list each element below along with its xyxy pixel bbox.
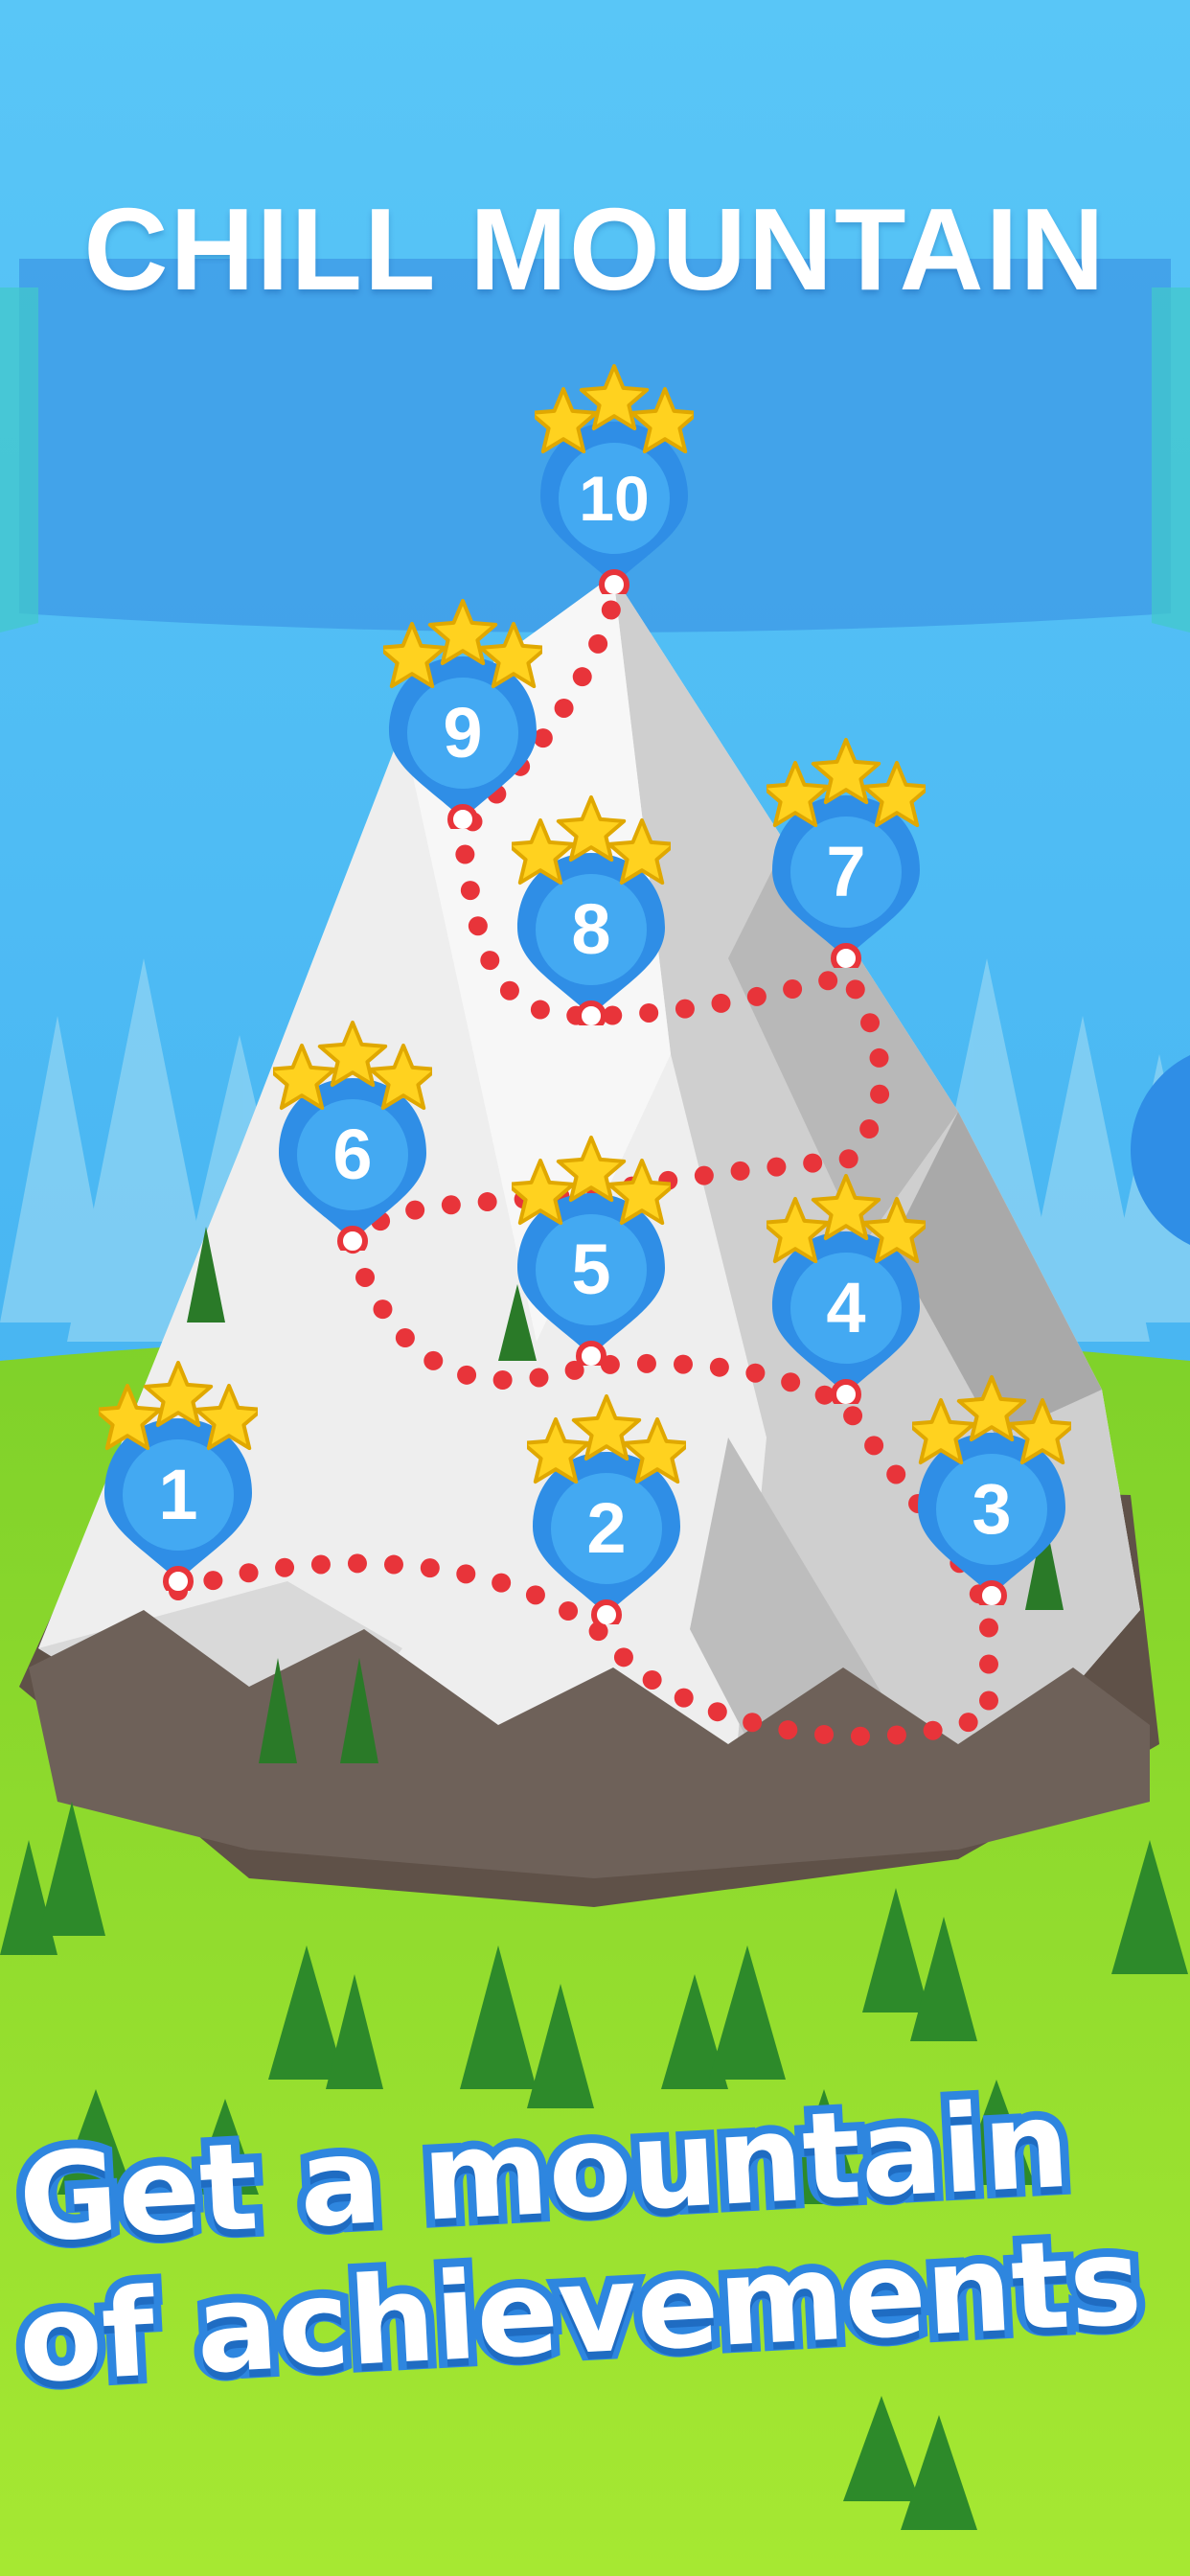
level-pin-5[interactable]: 5 [512, 1126, 671, 1366]
level-pin-4[interactable]: 4 [767, 1164, 926, 1404]
level-number: 8 [571, 889, 611, 969]
level-number: 10 [579, 463, 650, 534]
level-number: 2 [586, 1488, 627, 1568]
level-pin-2[interactable]: 2 [527, 1385, 686, 1624]
level-number: 6 [332, 1115, 373, 1194]
level-number: 1 [158, 1455, 198, 1534]
game-title: CHILL MOUNTAIN [83, 184, 1107, 314]
level-number: 7 [826, 832, 866, 911]
level-pin-6[interactable]: 6 [273, 1011, 432, 1251]
level-number: 4 [826, 1268, 866, 1347]
level-pin-10[interactable]: 10 [535, 355, 694, 594]
level-pin-1[interactable]: 1 [99, 1351, 258, 1591]
level-pin-3[interactable]: 3 [912, 1366, 1071, 1605]
level-pin-9[interactable]: 9 [383, 589, 542, 829]
level-pin-7[interactable]: 7 [767, 728, 926, 968]
level-number: 3 [972, 1469, 1012, 1549]
level-number: 9 [443, 693, 483, 772]
level-number: 5 [571, 1230, 611, 1309]
